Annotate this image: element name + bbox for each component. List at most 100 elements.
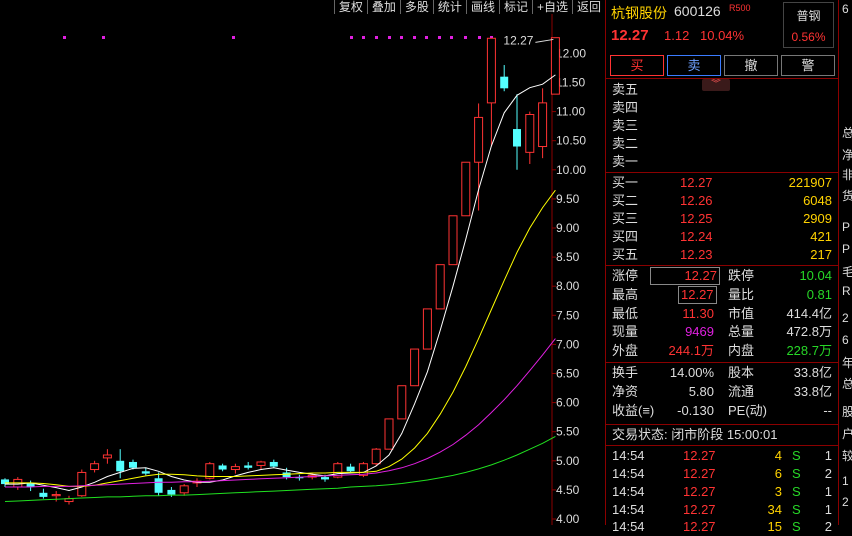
y-tick-label: 11.00 [556,105,585,119]
tick-volume: 3 [774,484,782,499]
candle-body [77,471,87,497]
edge-text: 货 [842,189,852,203]
toolbar-overlay-button[interactable]: 叠加 [366,0,400,14]
buy-label: 买四 [612,229,639,244]
tick-volume: 15 [767,519,782,534]
high-value: 12.27 [678,286,717,304]
toolbar-stats-button[interactable]: 统计 [432,0,466,14]
share-capital-value: 33.8亿 [793,365,832,380]
pe-label: PE(动) [728,403,768,418]
sell-row: 卖一 [606,153,838,171]
sell-label: 卖一 [612,154,639,169]
candle-body [410,348,420,387]
kline-chart[interactable]: 4.00 4.50 5.00 5.50 6.00 6.50 7.00 7.50 8.00 8.50… [0,0,605,525]
total-volume-value: 472.8万 [786,324,832,339]
limit-up-value: 12.27 [650,267,720,285]
buy-price: 12.24 [680,229,713,244]
candle-body [550,37,560,95]
tick-price: 12.27 [683,448,716,463]
candle-body [244,465,253,468]
right-edge-panel: 6 总 净 非 货 P P 毛 R 2 6 年 总 股 户 较 1 2 [838,0,852,525]
price-change: 1.12 [664,28,690,43]
buy-label: 买一 [612,175,639,190]
y-tick-label: 9.00 [556,221,580,235]
alert-button[interactable]: 警 [781,55,835,76]
toolbar-add-watchlist-button[interactable]: +自选 [531,0,572,14]
marker-dot [438,36,441,39]
tick-time: 14:54 [612,519,645,534]
sector-tag[interactable]: 普钢 0.56% [783,2,834,48]
toolbar-draw-button[interactable]: 画线 [465,0,499,14]
sell-label: 卖五 [612,82,639,97]
tick-volume: 34 [767,502,782,517]
volume-ratio-label: 量比 [728,287,755,302]
price-change-pct: 10.04% [700,28,745,43]
cancel-order-button[interactable]: 撤 [724,55,778,76]
candle-body [371,448,381,465]
annotation-pointer [535,38,554,43]
edge-text: 股 [842,405,852,419]
marker-dot [400,36,403,39]
limit-down-label: 跌停 [728,268,755,283]
candle-body [474,116,484,163]
sector-change: 0.56% [791,30,826,44]
high-label: 最高 [612,287,639,302]
edge-text: 年 [842,356,852,370]
candle-body [167,489,176,495]
candle-body [435,264,445,310]
sell-label: 卖四 [612,100,639,115]
float-shares-value: 33.8亿 [793,384,832,399]
last-price: 12.27 [611,27,649,44]
low-value: 11.30 [682,306,714,321]
toolbar-fuquan-button[interactable]: 复权 [333,0,367,14]
candle-body [384,418,394,450]
buy-button[interactable]: 买 [610,55,664,76]
candle-body [538,102,548,148]
tick-count: 1 [824,484,832,499]
divider [606,78,838,79]
candle-body [179,485,189,494]
tick-volume: 6 [774,466,782,481]
tick-time: 14:54 [612,502,645,517]
sell-row: 卖三 [606,117,838,135]
marker-dot [63,36,66,39]
y-tick-label: 4.50 [556,483,580,497]
buy-label: 买三 [612,211,639,226]
toolbar-mark-button[interactable]: 标记 [498,0,532,14]
tick-side: S [792,502,801,517]
edge-text: 1 [842,474,849,488]
tick-price: 12.27 [683,519,716,534]
candle-body [256,461,266,466]
inner-volume-label: 内盘 [728,343,755,358]
quote-panel: 杭钢股份 600126 R500 普钢 0.56% 12.27 1.12 10.… [606,0,838,534]
stock-code: 600126 [674,3,721,19]
marker-dot [478,36,481,39]
tick-volume: 4 [774,448,782,463]
edge-text: R [842,284,851,298]
buy-volume: 2909 [803,211,832,226]
edge-text: P [842,220,851,234]
inner-volume-value: 228.7万 [786,343,832,358]
limit-down-value: 10.04 [799,268,832,283]
tick-count: 1 [824,502,832,517]
toolbar-back-button[interactable]: 返回 [571,0,605,14]
buy-volume: 421 [810,229,832,244]
edge-text: 总 [842,126,852,140]
current-volume-value: 9469 [685,324,714,339]
toolbar-multi-stock-button[interactable]: 多股 [399,0,433,14]
marker-dot [425,36,428,39]
marker-dot [464,36,467,39]
marker-dot [413,36,416,39]
market-cap-label: 市值 [728,306,755,321]
moving-average-line [5,189,556,487]
edge-text: 非 [842,168,852,182]
sell-button[interactable]: 卖 [667,55,721,76]
buy-volume: 217 [810,247,832,262]
edge-text: 净 [842,148,852,162]
candle-body [500,76,509,89]
tick-count: 2 [824,519,832,534]
candle-body [51,494,61,497]
buy-volume: 221907 [788,175,832,190]
tick-side: S [792,484,801,499]
buy-row: 买五 12.23 217 [606,246,838,264]
